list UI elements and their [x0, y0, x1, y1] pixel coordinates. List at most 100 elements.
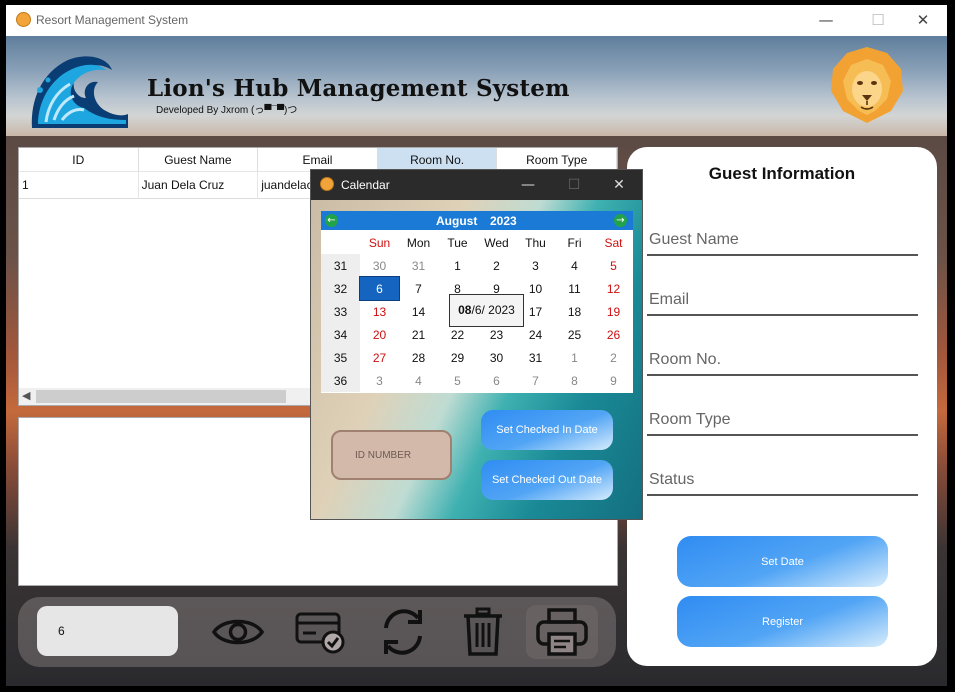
id-number-field[interactable]: ID NUMBER: [331, 430, 452, 480]
calendar-minimize-button[interactable]: —: [505, 170, 551, 200]
table-cell-guest-name[interactable]: Juan Dela Cruz: [139, 172, 259, 199]
delete-button[interactable]: [453, 605, 513, 659]
week-number: 36: [321, 369, 360, 392]
weekday-thu: Thu: [525, 235, 546, 250]
app-title: Lion's Hub Management System: [147, 75, 570, 102]
month-calendar[interactable]: ← August 2023 → Sun Mon Tue Wed Thu Fri …: [321, 211, 633, 393]
calendar-month[interactable]: August: [436, 214, 477, 228]
calendar-day[interactable]: 7: [516, 369, 555, 392]
main-window: Resort Management System — ☐ ✕ Lion's Hu…: [6, 5, 947, 686]
calendar-day[interactable]: 30: [477, 346, 516, 369]
set-date-button[interactable]: Set Date: [677, 536, 888, 587]
calendar-day[interactable]: 21: [399, 323, 438, 346]
card-check-icon: [295, 612, 345, 654]
weekday-tue: Tue: [447, 235, 468, 250]
app-subtitle: Developed By Jxrom (っ▀¯▀)つ: [156, 105, 298, 116]
table-cell-id[interactable]: 1: [19, 172, 139, 199]
close-button[interactable]: ✕: [900, 5, 946, 36]
column-header-id[interactable]: ID: [19, 148, 139, 172]
calendar-day[interactable]: 19: [594, 300, 633, 323]
calendar-day[interactable]: 4: [399, 369, 438, 392]
weekday-mon: Mon: [406, 235, 431, 250]
status-input[interactable]: [647, 466, 918, 494]
calendar-day[interactable]: 3: [360, 369, 399, 392]
calendar-day[interactable]: 4: [555, 254, 594, 277]
email-field[interactable]: [647, 286, 918, 316]
week-number: 31: [321, 254, 360, 277]
previous-month-icon[interactable]: ←: [325, 214, 338, 227]
calendar-day[interactable]: 1: [438, 254, 477, 277]
calendar-year[interactable]: 2023: [490, 214, 517, 228]
calendar-day[interactable]: 31: [516, 346, 555, 369]
date-editor-rest[interactable]: /6/ 2023: [471, 303, 514, 317]
refresh-button[interactable]: [373, 605, 433, 659]
id-field[interactable]: 6: [37, 606, 178, 656]
calendar-day[interactable]: 9: [594, 369, 633, 392]
calendar-day[interactable]: 28: [399, 346, 438, 369]
calendar-dialog-title: Calendar: [341, 178, 390, 192]
guest-information-panel: Guest Information Set Date Register: [627, 147, 937, 666]
calendar-day[interactable]: 8: [555, 369, 594, 392]
calendar-day[interactable]: 3: [516, 254, 555, 277]
calendar-day[interactable]: 6: [477, 369, 516, 392]
lion-app-icon: [320, 177, 334, 191]
date-editor-month[interactable]: 08: [458, 303, 471, 317]
room-no-field[interactable]: [647, 346, 918, 376]
calendar-day[interactable]: 2: [594, 346, 633, 369]
week-number-header: [321, 231, 360, 254]
calendar-day[interactable]: 20: [360, 323, 399, 346]
next-month-icon[interactable]: →: [614, 214, 627, 227]
calendar-day[interactable]: 12: [594, 277, 633, 300]
guest-name-input[interactable]: [647, 226, 918, 254]
guest-name-field[interactable]: [647, 226, 918, 256]
id-number-placeholder: ID NUMBER: [355, 450, 412, 461]
calendar-title-bar: Calendar — ☐ ✕: [311, 170, 642, 200]
calendar-navigation: ← August 2023 →: [321, 211, 633, 230]
room-no-input[interactable]: [647, 346, 918, 374]
calendar-day[interactable]: 29: [438, 346, 477, 369]
week-number: 35: [321, 346, 360, 369]
calendar-day[interactable]: 27: [360, 346, 399, 369]
maximize-button[interactable]: ☐: [855, 5, 901, 36]
calendar-day[interactable]: 13: [360, 300, 399, 323]
calendar-day-selected[interactable]: 6: [359, 276, 400, 301]
scrollbar-thumb[interactable]: [36, 390, 286, 403]
calendar-day[interactable]: 2: [477, 254, 516, 277]
view-button[interactable]: [208, 605, 268, 659]
calendar-day[interactable]: 25: [555, 323, 594, 346]
window-title: Resort Management System: [36, 13, 189, 27]
calendar-day[interactable]: 18: [555, 300, 594, 323]
calendar-week: 35 27 28 29 30 31 1 2: [321, 346, 633, 369]
calendar-day[interactable]: 31: [399, 254, 438, 277]
calendar-week: 36 3 4 5 6 7 8 9: [321, 369, 633, 392]
calendar-day[interactable]: 14: [399, 300, 438, 323]
calendar-day[interactable]: 7: [399, 277, 438, 300]
calendar-close-button[interactable]: ✕: [596, 170, 642, 200]
calendar-day[interactable]: 26: [594, 323, 633, 346]
eye-icon: [211, 619, 265, 645]
room-type-input[interactable]: [647, 406, 918, 434]
set-checked-out-date-button[interactable]: Set Checked Out Date: [481, 460, 613, 500]
calendar-day[interactable]: 30: [360, 254, 399, 277]
calendar-day[interactable]: 5: [438, 369, 477, 392]
calendar-day[interactable]: 1: [555, 346, 594, 369]
calendar-day[interactable]: 11: [555, 277, 594, 300]
weekday-wed: Wed: [484, 235, 509, 250]
lion-logo-icon: [831, 47, 903, 123]
email-input[interactable]: [647, 286, 918, 314]
id-field-value: 6: [58, 624, 65, 638]
calendar-day[interactable]: 5: [594, 254, 633, 277]
minimize-button[interactable]: —: [803, 5, 849, 36]
column-header-guest-name[interactable]: Guest Name: [138, 148, 259, 172]
printer-icon: [536, 608, 588, 656]
date-editor[interactable]: 08/6/ 2023: [449, 294, 524, 327]
print-button[interactable]: [526, 605, 598, 659]
register-button[interactable]: Register: [677, 596, 888, 647]
calendar-maximize-button[interactable]: ☐: [551, 170, 597, 200]
status-field[interactable]: [647, 466, 918, 496]
room-type-field[interactable]: [647, 406, 918, 436]
wave-logo-icon: [31, 56, 128, 128]
payment-button[interactable]: [291, 605, 351, 659]
set-checked-in-date-button[interactable]: Set Checked In Date: [481, 410, 613, 450]
scroll-left-icon[interactable]: ◀: [22, 389, 30, 402]
